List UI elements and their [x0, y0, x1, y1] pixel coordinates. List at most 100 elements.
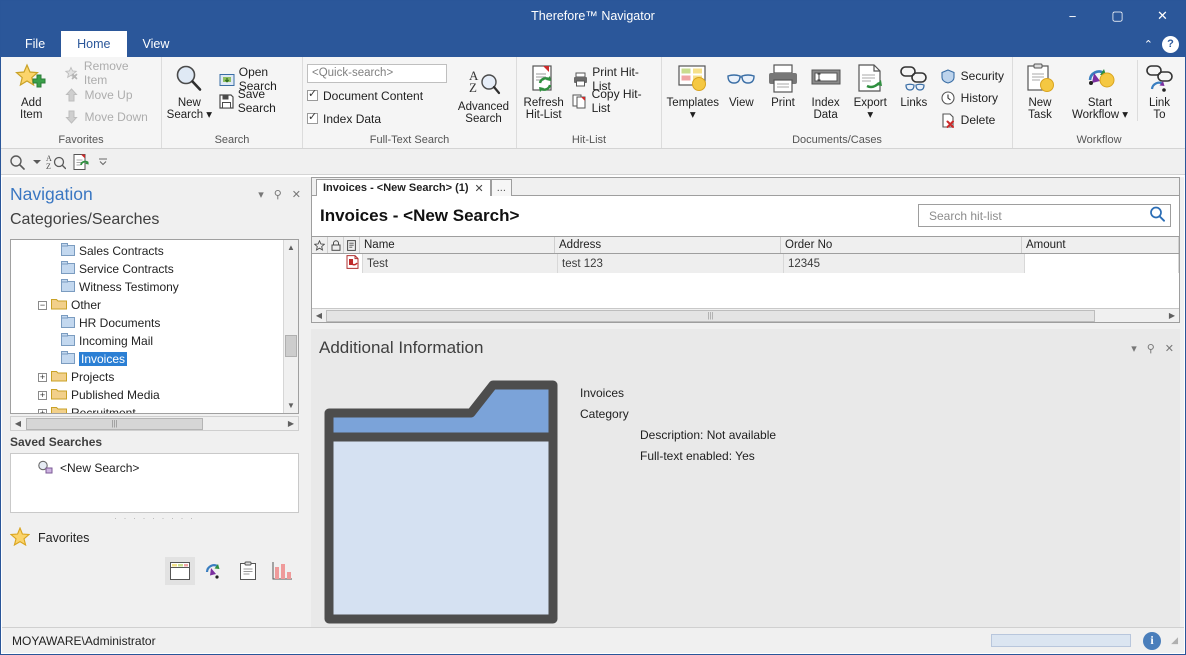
search-chevron-down-icon[interactable] [32, 151, 42, 173]
ribbon-tab-file[interactable]: File [9, 31, 61, 57]
ribbon-tab-view[interactable]: View [127, 31, 186, 57]
help-icon[interactable]: ? [1162, 36, 1179, 53]
tree-toggle-expand-icon[interactable]: + [38, 391, 47, 400]
document-content-checkbox[interactable] [307, 90, 318, 101]
tree-item-invoices[interactable]: Invoices [11, 350, 283, 368]
hitlist-scroll-left-icon[interactable]: ◀ [312, 311, 326, 320]
tree-item-label: Service Contracts [79, 262, 174, 276]
column-header-order-no[interactable]: Order No [781, 237, 1022, 253]
resize-grip-icon[interactable]: ◢ [1171, 636, 1178, 645]
column-header-flag[interactable] [312, 237, 328, 253]
navigation-panel-controls: ▾ ⚲ ✕ [258, 177, 301, 211]
move-down-button[interactable]: Move Down [59, 106, 157, 128]
search-dropdown-icon[interactable] [7, 151, 29, 173]
advanced-search-button[interactable]: A Z Advanced Search [455, 64, 512, 125]
tree-toggle-expand-icon[interactable]: + [38, 409, 47, 415]
tree-item-sales-contracts[interactable]: Sales Contracts [11, 242, 283, 260]
tree-item-label: Other [71, 298, 101, 312]
search-hitlist-input[interactable] [927, 208, 1149, 224]
close-button[interactable]: ✕ [1140, 1, 1185, 31]
index-data-checkbox-row[interactable]: Index Data [307, 108, 447, 129]
tree-item-projects[interactable]: + Projects [11, 368, 283, 386]
maximize-button[interactable]: ▢ [1095, 1, 1140, 31]
view-button[interactable]: View [722, 60, 762, 109]
tasks-button[interactable] [233, 557, 263, 585]
hit-list-horizontal-scrollbar[interactable]: ◀ ||| ▶ [312, 308, 1179, 322]
column-header-amount[interactable]: Amount [1022, 237, 1179, 253]
info-icon[interactable]: i [1143, 632, 1161, 650]
tree-item-service-contracts[interactable]: Service Contracts [11, 260, 283, 278]
security-button[interactable]: Security [936, 65, 1008, 87]
start-workflow-button[interactable]: Start Workflow ▾ [1065, 60, 1135, 121]
additional-information-body: Invoices Category Description: Not avail… [311, 367, 1180, 627]
tree-toggle-collapse-icon[interactable]: − [38, 301, 47, 310]
refresh-hitlist-icon[interactable] [70, 151, 92, 173]
collapse-ribbon-icon[interactable]: ⌃ [1144, 38, 1153, 51]
scroll-left-arrow-icon[interactable]: ◀ [11, 419, 25, 428]
navigation-chevron-down-icon[interactable]: ▾ [258, 188, 264, 201]
scroll-down-arrow-icon[interactable]: ▼ [284, 398, 298, 413]
save-search-button[interactable]: Save Search [215, 90, 298, 112]
scroll-right-arrow-icon[interactable]: ▶ [284, 419, 298, 428]
scroll-up-arrow-icon[interactable]: ▲ [284, 240, 298, 255]
minimize-button[interactable]: − [1050, 1, 1095, 31]
navigation-close-icon[interactable]: ✕ [292, 188, 301, 201]
tree-item-recruitment[interactable]: + Recruitment [11, 404, 283, 414]
search-small-buttons: Open Search Save Search [215, 60, 298, 112]
tree-toggle-expand-icon[interactable]: + [38, 373, 47, 382]
document-tab-invoices[interactable]: Invoices - <New Search> (1) ✕ [316, 179, 491, 196]
history-button[interactable]: History [936, 87, 1008, 109]
link-to-button[interactable]: Link To [1137, 60, 1181, 121]
tree-vertical-scrollbar[interactable]: ▲ ▼ [283, 240, 298, 413]
quick-search-input[interactable]: <Quick-search> [307, 64, 447, 83]
reports-button[interactable] [267, 557, 297, 585]
add-item-button[interactable]: Add Item [5, 60, 57, 121]
column-header-lock[interactable] [328, 237, 344, 253]
tree-item-incoming-mail[interactable]: Incoming Mail [11, 332, 283, 350]
move-up-button[interactable]: Move Up [59, 84, 157, 106]
hitlist-scroll-thumb[interactable]: ||| [326, 310, 1095, 322]
export-button[interactable]: Export ▾ [848, 60, 892, 121]
tree-item-hr-documents[interactable]: HR Documents [11, 314, 283, 332]
index-data-checkbox[interactable] [307, 113, 318, 124]
index-data-button[interactable]: Index Data [805, 60, 847, 121]
links-button[interactable]: Links [894, 60, 934, 109]
hit-list-search-box[interactable] [918, 204, 1171, 227]
saved-search-item[interactable]: <New Search> [11, 458, 298, 478]
ribbon-tab-home[interactable]: Home [61, 31, 126, 57]
document-tab-close-icon[interactable]: ✕ [475, 182, 484, 195]
copy-hitlist-button[interactable]: Copy Hit-List [568, 90, 657, 112]
column-header-address[interactable]: Address [555, 237, 781, 253]
hitlist-scroll-right-icon[interactable]: ▶ [1165, 311, 1179, 320]
column-header-note[interactable] [344, 237, 360, 253]
column-header-name[interactable]: Name [360, 237, 555, 253]
search-icon[interactable] [1149, 206, 1166, 225]
document-content-checkbox-row[interactable]: Document Content [307, 85, 447, 106]
az-search-icon[interactable]: A Z [45, 151, 67, 173]
additional-pin-icon[interactable]: ⚲ [1147, 342, 1155, 355]
favorites-nav-item[interactable]: Favorites [2, 523, 307, 553]
navigation-pane: Navigation ▾ ⚲ ✕ Categories/Searches Sal… [2, 177, 307, 627]
refresh-hitlist-button[interactable]: Refresh Hit-List [521, 60, 566, 121]
categories-button[interactable] [165, 557, 195, 585]
pane-resize-grip[interactable]: · · · · · · · · · [2, 513, 307, 523]
tree-scroll-thumb[interactable] [285, 335, 297, 357]
new-search-button[interactable]: New Search ▾ [166, 60, 213, 121]
tree-hscroll-thumb[interactable]: ||| [26, 418, 203, 430]
table-row[interactable]: Test test 123 12345 [312, 254, 1179, 273]
additional-close-icon[interactable]: ✕ [1165, 342, 1174, 355]
workflow-button[interactable] [199, 557, 229, 585]
delete-button[interactable]: Delete [936, 109, 1008, 131]
remove-item-button[interactable]: Remove Item [59, 62, 157, 84]
document-tab-overflow[interactable]: ... [491, 179, 512, 196]
templates-button[interactable]: Templates ▾ [666, 60, 720, 121]
navigation-pin-icon[interactable]: ⚲ [274, 188, 282, 201]
tree-item-witness-testimony[interactable]: Witness Testimony [11, 278, 283, 296]
additional-chevron-down-icon[interactable]: ▾ [1131, 342, 1137, 355]
tree-item-published-media[interactable]: + Published Media [11, 386, 283, 404]
new-task-button[interactable]: New Task [1017, 60, 1063, 121]
tree-item-other[interactable]: − Other [11, 296, 283, 314]
print-button[interactable]: Print [763, 60, 803, 109]
tree-horizontal-scrollbar[interactable]: ◀ ||| ▶ [10, 416, 299, 431]
overflow-chevron-icon[interactable] [95, 151, 111, 173]
